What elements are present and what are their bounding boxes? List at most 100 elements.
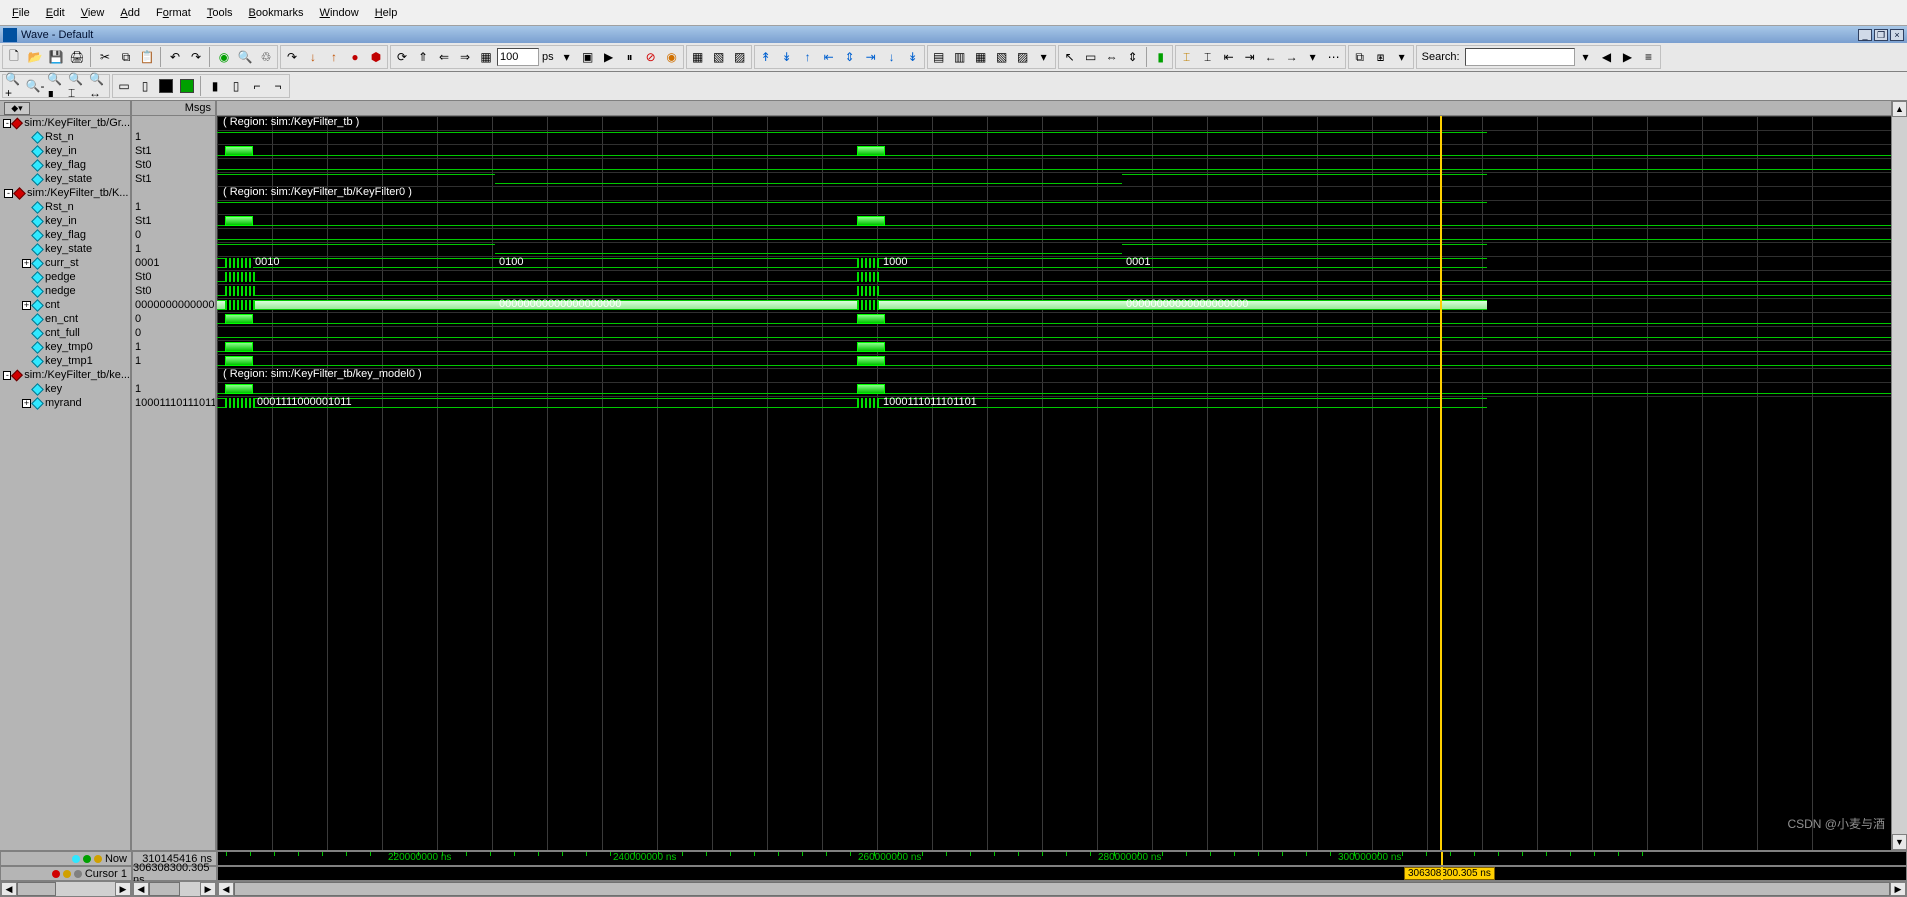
wave-compare-icon[interactable]: ⧉ bbox=[1350, 47, 1370, 67]
cursor-drop-icon[interactable]: ▾ bbox=[1303, 47, 1323, 67]
msgs-hscroll[interactable]: ◀▶ bbox=[132, 881, 217, 897]
transcript-icon[interactable]: ▮ bbox=[1151, 47, 1171, 67]
signal-row[interactable]: key_state bbox=[0, 242, 130, 256]
signals-hscroll[interactable]: ◀▶ bbox=[0, 881, 132, 897]
layout-e-icon[interactable]: ▮ bbox=[205, 76, 225, 96]
cursor-left-icon[interactable]: ← bbox=[1261, 47, 1281, 67]
wave-canvas[interactable]: ( Region: sim:/KeyFilter_tb )( Region: s… bbox=[217, 116, 1891, 850]
edge-prev-icon[interactable]: ⇤ bbox=[819, 47, 839, 67]
menu-help[interactable]: Help bbox=[367, 4, 406, 22]
expand-window-icon[interactable]: ⇕ bbox=[1123, 47, 1143, 67]
select-icon[interactable]: ↖ bbox=[1060, 47, 1080, 67]
new-icon[interactable]: 🗋 bbox=[4, 47, 24, 67]
cursor-right-icon[interactable]: → bbox=[1282, 47, 1302, 67]
vertical-scrollbar[interactable]: ▲ ▼ bbox=[1891, 101, 1907, 850]
layout-b-icon[interactable]: ▯ bbox=[135, 76, 155, 96]
restart-icon[interactable]: ⟳ bbox=[392, 47, 412, 67]
restore-button[interactable]: ❐ bbox=[1874, 29, 1888, 41]
signal-row[interactable]: +cnt bbox=[0, 298, 130, 312]
open-icon[interactable]: 📂 bbox=[25, 47, 45, 67]
stop-sim-icon[interactable]: ◉ bbox=[662, 47, 682, 67]
signal-row[interactable]: key_tmp0 bbox=[0, 340, 130, 354]
signal-row[interactable]: key_flag bbox=[0, 158, 130, 172]
save-icon[interactable]: 💾 bbox=[46, 47, 66, 67]
coverage-b-icon[interactable]: ▧ bbox=[709, 47, 729, 67]
bookmark-d-icon[interactable]: ▧ bbox=[992, 47, 1012, 67]
scroll-up-icon[interactable]: ▲ bbox=[1892, 101, 1907, 117]
run-continue-icon[interactable]: ▶ bbox=[599, 47, 619, 67]
wave-hscroll[interactable]: ◀▶ bbox=[217, 881, 1907, 897]
bookmark-b-icon[interactable]: ▥ bbox=[950, 47, 970, 67]
layout-d-icon[interactable] bbox=[177, 76, 197, 96]
cursor-more-icon[interactable]: ⋯ bbox=[1324, 47, 1344, 67]
edge-next-icon[interactable]: ⇥ bbox=[861, 47, 881, 67]
redo-icon[interactable]: ↷ bbox=[186, 47, 206, 67]
menu-tools[interactable]: Tools bbox=[199, 4, 241, 22]
zoom-full-icon[interactable]: 🔍∎ bbox=[46, 76, 66, 96]
menu-view[interactable]: View bbox=[73, 4, 113, 22]
run-time-input[interactable] bbox=[497, 48, 539, 66]
signal-row[interactable]: +curr_st bbox=[0, 256, 130, 270]
step-over-icon[interactable]: ↷ bbox=[282, 47, 302, 67]
cursor-link-icon[interactable]: ⌶ bbox=[1198, 47, 1218, 67]
cursor-bar[interactable]: 306308300.305 ns bbox=[217, 866, 1907, 881]
cursor-last-icon[interactable]: ⇥ bbox=[1240, 47, 1260, 67]
signal-row[interactable]: en_cnt bbox=[0, 312, 130, 326]
cursor-down-icon[interactable]: ↓ bbox=[882, 47, 902, 67]
wave-merge-icon[interactable]: ⧆ bbox=[1371, 47, 1391, 67]
signal-tree[interactable]: -sim:/KeyFilter_tb/Gr... Rst_n key_inkey_f… bbox=[0, 116, 130, 850]
signal-row[interactable]: -sim:/KeyFilter_tb/Gr... bbox=[0, 116, 130, 130]
tool-tune-icon[interactable]: ♲ bbox=[256, 47, 276, 67]
bookmark-c-icon[interactable]: ▦ bbox=[971, 47, 991, 67]
search-prev-icon[interactable]: ◀ bbox=[1597, 47, 1617, 67]
rising-edge-icon[interactable]: ⌐ bbox=[247, 76, 267, 96]
signal-row[interactable]: nedge bbox=[0, 284, 130, 298]
search-input[interactable] bbox=[1465, 48, 1575, 66]
cursor-first-icon[interactable]: ⇤ bbox=[1219, 47, 1239, 67]
edge-any-icon[interactable]: ⇕ bbox=[840, 47, 860, 67]
expand-time-icon[interactable]: ⇔ bbox=[1102, 47, 1122, 67]
run-pause-icon[interactable]: ⏸ bbox=[620, 47, 640, 67]
add-wave-icon[interactable]: ◉ bbox=[214, 47, 234, 67]
cursor-up-icon[interactable]: ↑ bbox=[798, 47, 818, 67]
run-all-icon[interactable]: ▦ bbox=[476, 47, 496, 67]
coverage-a-icon[interactable]: ▦ bbox=[688, 47, 708, 67]
run-up-icon[interactable]: ⇑ bbox=[413, 47, 433, 67]
search-opts-icon[interactable]: ≡ bbox=[1639, 47, 1659, 67]
menu-edit[interactable]: Edit bbox=[38, 4, 73, 22]
print-icon[interactable]: 🖨 bbox=[67, 47, 87, 67]
menu-add[interactable]: Add bbox=[112, 4, 148, 22]
undo-icon[interactable]: ↶ bbox=[165, 47, 185, 67]
signal-row[interactable]: key_in bbox=[0, 144, 130, 158]
zoom-cursor-icon[interactable]: 🔍⌶ bbox=[67, 76, 87, 96]
layout-f-icon[interactable]: ▯ bbox=[226, 76, 246, 96]
cursor-line[interactable] bbox=[1440, 116, 1442, 850]
bookmark-drop-icon[interactable]: ▾ bbox=[1034, 47, 1054, 67]
signal-row[interactable]: +myrand bbox=[0, 396, 130, 410]
minimize-button[interactable]: _ bbox=[1858, 29, 1872, 41]
bookmark-e-icon[interactable]: ▨ bbox=[1013, 47, 1033, 67]
signal-row[interactable]: key_tmp1 bbox=[0, 354, 130, 368]
breakpoint-icon[interactable]: ● bbox=[345, 47, 365, 67]
menu-file[interactable]: File bbox=[4, 4, 38, 22]
signal-row[interactable]: -sim:/KeyFilter_tb/ke... bbox=[0, 368, 130, 382]
cursor-time-badge[interactable]: 306308300.305 ns bbox=[1404, 867, 1495, 880]
menu-window[interactable]: Window bbox=[312, 4, 367, 22]
signal-row[interactable]: Rst_n bbox=[0, 200, 130, 214]
step-out-icon[interactable]: ↑ bbox=[324, 47, 344, 67]
signal-row[interactable]: -sim:/KeyFilter_tb/K... bbox=[0, 186, 130, 200]
break-icon[interactable]: ⊘ bbox=[641, 47, 661, 67]
zoom-region-icon[interactable]: ▭ bbox=[1081, 47, 1101, 67]
menu-bookmarks[interactable]: Bookmarks bbox=[241, 4, 312, 22]
bookmark-a-icon[interactable]: ▤ bbox=[929, 47, 949, 67]
cursor-prev-icon[interactable]: ↟ bbox=[756, 47, 776, 67]
close-button[interactable]: × bbox=[1890, 29, 1904, 41]
zoom-in-icon[interactable]: 🔍+ bbox=[4, 76, 24, 96]
copy-icon[interactable]: ⧉ bbox=[116, 47, 136, 67]
layout-c-icon[interactable] bbox=[156, 76, 176, 96]
cursor-prev-edge-icon[interactable]: ↡ bbox=[777, 47, 797, 67]
signal-row[interactable]: key bbox=[0, 382, 130, 396]
stop-red-icon[interactable]: ⬢ bbox=[366, 47, 386, 67]
menu-format[interactable]: Format bbox=[148, 4, 199, 22]
wave-drop-icon[interactable]: ▾ bbox=[1392, 47, 1412, 67]
